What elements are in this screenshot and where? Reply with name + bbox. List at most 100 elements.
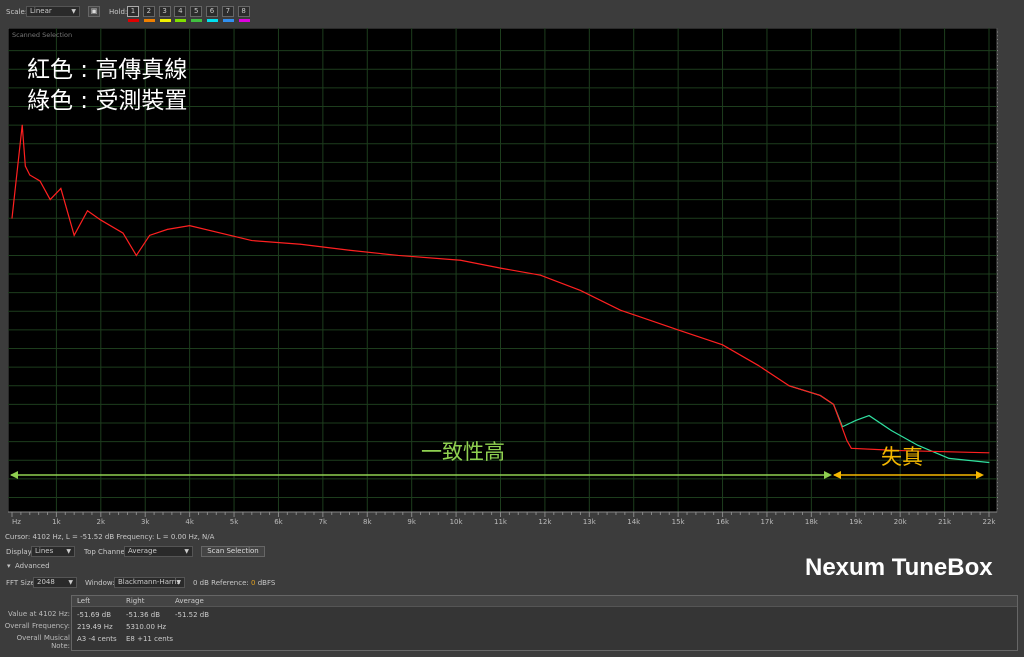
scan-selection-button[interactable]: Scan Selection [201, 546, 265, 557]
x-tick-label: 12k [538, 518, 552, 526]
chevron-down-icon: ▼ [71, 8, 76, 15]
scale-value: Linear [30, 7, 52, 15]
advanced-toggle[interactable]: ▾ Advanced [7, 562, 50, 570]
x-tick-label: 15k [672, 518, 686, 526]
x-tick-label: 20k [894, 518, 908, 526]
db-reference-label: 0 dB Reference: [193, 579, 249, 587]
data-point [24, 165, 26, 167]
data-point [29, 174, 31, 176]
x-tick-label: 19k [849, 518, 863, 526]
x-tick-label: 2k [97, 518, 106, 526]
data-point [397, 254, 399, 256]
chevron-down-icon: ▼ [184, 548, 189, 555]
hold-button-5[interactable]: 5 [190, 6, 203, 22]
data-point [11, 217, 13, 219]
data-point [73, 234, 75, 236]
data-point [846, 440, 848, 442]
hold-button-3[interactable]: 3 [158, 6, 171, 22]
row-label: Overall Frequency: [4, 622, 70, 630]
window-select[interactable]: Blackmann-Harris ▼ [114, 577, 185, 588]
data-point [948, 457, 950, 459]
hold-number: 8 [241, 7, 246, 15]
hold-label: Hold: [109, 8, 128, 16]
table-cell: A3 -4 cents [77, 635, 117, 643]
data-point [539, 274, 541, 276]
data-point [166, 228, 168, 230]
x-tick-label: 11k [494, 518, 508, 526]
data-point [21, 124, 23, 126]
hold-button-8[interactable]: 8 [237, 6, 250, 22]
plot-title: Scanned Selection [12, 31, 73, 39]
db-reference-value[interactable]: 0 [251, 579, 255, 587]
data-point [988, 452, 990, 454]
row-label: Value at 4102 Hz: [7, 610, 70, 618]
label-distortion: 失真 [881, 445, 923, 469]
chevron-down-icon: ▼ [176, 579, 181, 586]
window-label: Window: [85, 579, 115, 587]
annotation-red: 紅色 : 高傳真線 [27, 57, 188, 83]
db-reference: 0 dB Reference: 0 dBFS [193, 579, 275, 587]
x-tick-label: 16k [716, 518, 730, 526]
hold-color-swatch [159, 19, 171, 22]
data-point [86, 210, 88, 212]
table-cell: E8 +11 cents [126, 635, 174, 643]
hold-button-1[interactable]: 1 [127, 6, 139, 22]
display-select[interactable]: Lines ▼ [31, 546, 75, 557]
hold-number: 7 [225, 7, 231, 15]
data-point [579, 289, 581, 291]
hold-button-7[interactable]: 7 [221, 6, 234, 22]
x-tick-label: 18k [805, 518, 819, 526]
stats-table: Left Right Average -51.69 dB -51.36 dB -51… [71, 595, 1018, 651]
x-tick-label: 14k [627, 518, 641, 526]
x-tick-label: 21k [938, 518, 952, 526]
label-consistent: 一致性高 [421, 440, 505, 464]
cursor-status: Cursor: 4102 Hz, L = -51.52 dB Frequency… [5, 533, 215, 541]
hold-color-swatch [128, 19, 139, 22]
data-point [722, 344, 724, 346]
scale-label: Scale: [6, 8, 28, 16]
x-tick-label: 8k [363, 518, 372, 526]
triangle-down-icon: ▾ [7, 562, 13, 570]
data-point [349, 249, 351, 251]
hold-color-swatch [207, 19, 218, 22]
data-point [135, 254, 137, 256]
data-point [988, 461, 990, 463]
hold-number: 4 [178, 7, 183, 15]
data-point [100, 219, 102, 221]
hold-number: 5 [193, 7, 199, 15]
hold-number: 1 [130, 7, 136, 15]
col-left: Left [77, 597, 91, 605]
annotation-legend: 紅色 : 高傳真線 綠色 : 受測裝置 [27, 55, 187, 117]
data-point [890, 429, 892, 431]
data-point [757, 364, 759, 366]
data-point [833, 403, 835, 405]
col-average: Average [175, 597, 204, 605]
scale-select[interactable]: Linear ▼ [26, 6, 80, 17]
top-channel-select[interactable]: Average ▼ [124, 546, 193, 557]
data-point [855, 419, 857, 421]
hold-color-swatch [238, 19, 250, 22]
hold-button-2[interactable]: 2 [142, 6, 155, 22]
hold-color-swatch [175, 19, 187, 22]
hold-button-6[interactable]: 6 [206, 6, 218, 22]
monitor-icon[interactable]: ▣ [88, 6, 100, 17]
x-tick-label: 7k [319, 518, 328, 526]
table-cell: 219.49 Hz [77, 623, 113, 631]
data-point [500, 267, 501, 269]
data-point [868, 415, 870, 417]
x-tick-label: 22k [983, 518, 997, 526]
data-point [788, 385, 790, 387]
window-value: Blackmann-Harris [118, 578, 181, 586]
data-point [619, 309, 621, 311]
top-channel-label: Top Channel: [84, 548, 130, 556]
data-point [39, 180, 41, 182]
hold-button-4[interactable]: 4 [174, 6, 187, 22]
data-point [677, 329, 679, 331]
fft-size-select[interactable]: 2048 ▼ [33, 577, 77, 588]
hold-color-swatch [222, 19, 234, 22]
x-tick-label: 10k [450, 518, 464, 526]
col-right: Right [126, 597, 145, 605]
table-cell: -51.69 dB [77, 611, 112, 619]
x-tick-label: 4k [185, 518, 194, 526]
row-label: Overall Musical Note: [16, 634, 70, 650]
